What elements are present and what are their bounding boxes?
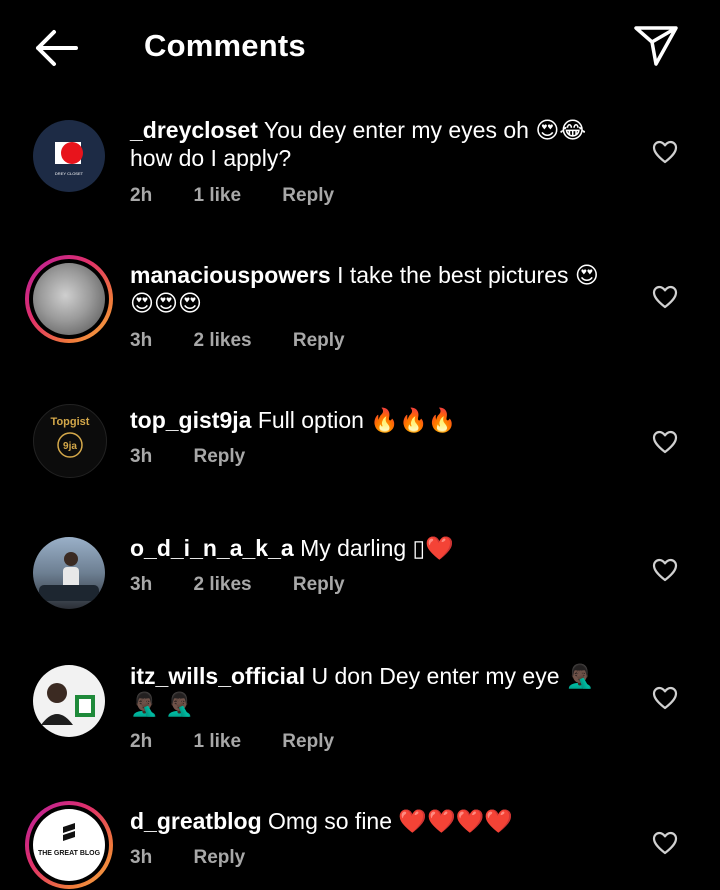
heart-icon[interactable] [652,140,678,164]
comment-likes[interactable]: 1 like [193,185,241,206]
send-icon[interactable] [632,24,680,68]
comment-text: o_d_i_n_a_k_a My darling ▯❤️ [130,534,620,562]
comment-time: 2h [130,185,153,206]
comment-text: itz_wills_official U don Dey enter my ey… [130,662,620,718]
comment-text: d_greatblog Omg so fine ❤️❤️❤️❤️ [130,807,620,835]
drey-closet-logo: DREY CLOSET [55,142,84,176]
avatar-photo [41,683,95,725]
reply-button[interactable]: Reply [293,330,345,351]
comment-likes[interactable]: 1 like [193,731,241,752]
avatar: THE GREAT BLOG [33,809,105,881]
the-great-blog-logo: THE GREAT BLOG [38,823,101,857]
comment-time: 3h [130,847,153,868]
back-arrow-icon[interactable] [30,26,82,70]
heart-icon[interactable] [652,285,678,309]
avatar[interactable]: DREY CLOSET [33,120,105,192]
reply-button[interactable]: Reply [282,185,334,206]
comment-meta: 3h 2 likes Reply [130,330,381,352]
comment-item: Topgist 9ja top_gist9ja Full option 🔥🔥🔥 … [0,400,720,500]
comment-username[interactable]: d_greatblog [130,808,262,834]
page-title: Comments [144,28,306,63]
comment-likes[interactable]: 2 likes [193,330,251,351]
heart-icon[interactable] [652,558,678,582]
comment-username[interactable]: top_gist9ja [130,407,251,433]
reply-button[interactable]: Reply [193,446,245,467]
avatar [33,263,105,335]
avatar-story-ring[interactable]: THE GREAT BLOG [25,801,113,889]
comment-item: THE GREAT BLOG d_greatblog Omg so fine ❤… [0,801,720,890]
avatar-logo-subtext: 9ja [63,441,77,452]
reply-button[interactable]: Reply [282,731,334,752]
avatar-logo-text: Topgist [51,416,90,428]
avatar-photo [39,552,99,601]
comment-username[interactable]: manaciouspowers [130,262,331,288]
heart-icon[interactable] [652,831,678,855]
comment-time: 3h [130,330,153,351]
comment-time: 2h [130,731,153,752]
comment-body: Omg so fine ❤️❤️❤️❤️ [268,808,513,834]
reply-button[interactable]: Reply [293,574,345,595]
topgist-logo: Topgist 9ja [51,416,90,458]
comment-meta: 2h 1 like Reply [130,185,370,207]
comment-likes[interactable]: 2 likes [193,574,251,595]
comment-time: 3h [130,574,153,595]
comment-username[interactable]: itz_wills_official [130,663,305,689]
comment-time: 3h [130,446,153,467]
comment-username[interactable]: o_d_i_n_a_k_a [130,535,294,561]
heart-icon[interactable] [652,430,678,454]
header-bar: Comments [0,0,720,95]
avatar-logo-text: THE GREAT BLOG [38,850,101,857]
comment-meta: 3h 2 likes Reply [130,574,381,596]
comment-meta: 3h Reply [130,847,281,869]
comment-body: My darling ▯❤️ [300,535,454,561]
reply-button[interactable]: Reply [193,847,245,868]
avatar-story-ring[interactable] [25,255,113,343]
comment-username[interactable]: _dreycloset [130,117,258,143]
avatar-logo-text: DREY CLOSET [55,171,84,176]
comment-item: manaciouspowers I take the best pictures… [0,255,720,375]
comment-text: _dreycloset You dey enter my eyes oh 😍😂 … [130,116,620,172]
comment-item: DREY CLOSET _dreycloset You dey enter my… [0,110,720,230]
comment-item: o_d_i_n_a_k_a My darling ▯❤️ 3h 2 likes … [0,528,720,628]
heart-icon[interactable] [652,686,678,710]
avatar[interactable] [33,665,105,737]
comment-item: itz_wills_official U don Dey enter my ey… [0,656,720,776]
avatar[interactable] [33,537,105,609]
comment-meta: 2h 1 like Reply [130,731,370,753]
avatar[interactable]: Topgist 9ja [33,404,107,478]
comment-text: top_gist9ja Full option 🔥🔥🔥 [130,406,620,434]
comment-text: manaciouspowers I take the best pictures… [130,261,620,317]
comment-body: Full option 🔥🔥🔥 [257,407,457,433]
comment-meta: 3h Reply [130,446,281,468]
